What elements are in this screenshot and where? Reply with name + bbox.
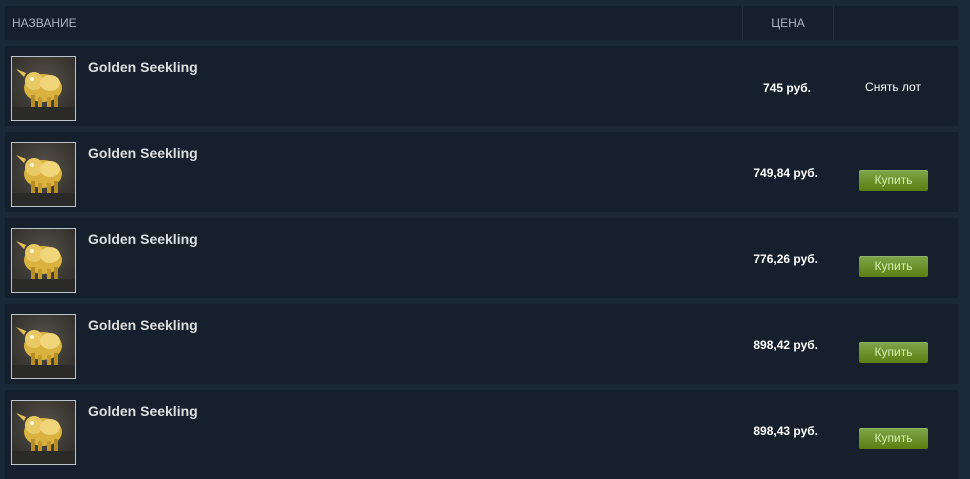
list-footer (5, 470, 958, 479)
listing-row-own: Golden Seekling 745 руб. Снять лот (5, 46, 958, 126)
listing-item-name[interactable]: Golden Seekling (88, 231, 198, 247)
golden-seekling-icon[interactable] (11, 400, 76, 465)
listing-price: 898,43 руб. (753, 424, 818, 438)
market-listings-panel: НАЗВАНИЕ ЦЕНА Golden Seekling 745 руб. С… (0, 0, 970, 479)
listing-item-name[interactable]: Golden Seekling (88, 59, 198, 75)
buy-button[interactable]: Купить (859, 342, 928, 363)
listing-row: Golden Seekling 898,42 руб. Купить (5, 304, 958, 384)
listing-row: Golden Seekling 776,26 руб. Купить (5, 218, 958, 298)
listing-row: Golden Seekling 749,84 руб. Купить (5, 132, 958, 212)
golden-seekling-icon[interactable] (11, 314, 76, 379)
listing-price: 776,26 руб. (753, 252, 818, 266)
listing-price: 749,84 руб. (753, 166, 818, 180)
remove-listing-button[interactable]: Снять лот (843, 80, 943, 94)
golden-seekling-icon[interactable] (11, 142, 76, 207)
golden-seekling-icon[interactable] (11, 56, 76, 121)
listings-list: Golden Seekling 745 руб. Снять лот Golde… (5, 0, 958, 479)
listing-item-name[interactable]: Golden Seekling (88, 403, 198, 419)
listing-price: 745 руб. (763, 81, 811, 95)
listing-item-name[interactable]: Golden Seekling (88, 145, 198, 161)
listing-row: Golden Seekling 898,43 руб. Купить (5, 390, 958, 470)
golden-seekling-icon[interactable] (11, 228, 76, 293)
listing-price: 898,42 руб. (753, 338, 818, 352)
buy-button[interactable]: Купить (859, 428, 928, 449)
buy-button[interactable]: Купить (859, 256, 928, 277)
listing-item-name[interactable]: Golden Seekling (88, 317, 198, 333)
buy-button[interactable]: Купить (859, 170, 928, 191)
